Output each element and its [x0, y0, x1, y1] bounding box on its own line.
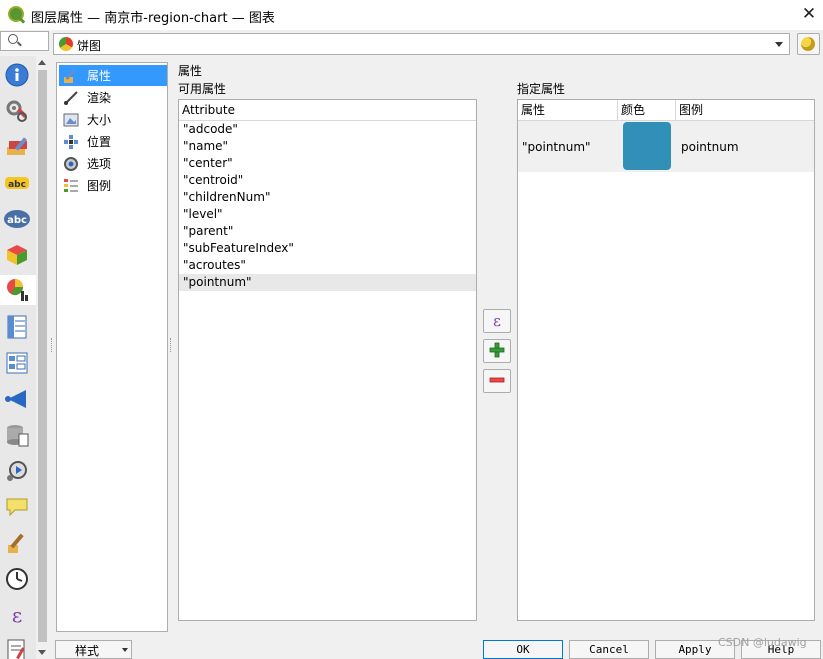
category-label: 属性: [87, 69, 112, 83]
style-menu-label: 样式: [75, 644, 100, 658]
splitter-handle[interactable]: [170, 338, 172, 352]
qgis-logo-icon: [8, 6, 24, 22]
attribute-item[interactable]: "adcode": [179, 121, 476, 138]
window-title: 图层属性 — 南京市-region-chart — 图表: [31, 11, 275, 26]
chevron-down-icon[interactable]: [775, 42, 783, 47]
fields-icon[interactable]: [3, 312, 31, 342]
diagrams-icon[interactable]: [0, 275, 36, 305]
search-icon: [8, 34, 18, 44]
rendering-icon[interactable]: [3, 528, 31, 558]
minus-icon: [489, 372, 505, 391]
rendering-brush-icon: [63, 90, 79, 106]
style-manager-icon: [801, 37, 815, 51]
scroll-thumb[interactable]: [38, 70, 47, 642]
variables-icon[interactable]: ε: [3, 600, 31, 630]
diagram-options-list: 属性 渲染 大小 位置 选项 图例: [56, 62, 168, 632]
svg-text:abc: abc: [7, 215, 27, 226]
properties-section-toolbar: abc abc ε: [0, 56, 36, 659]
row-attribute[interactable]: "pointnum": [522, 140, 591, 154]
source-icon[interactable]: [3, 96, 31, 126]
category-item-options[interactable]: 选项: [59, 153, 167, 174]
column-header-color[interactable]: 颜色: [618, 100, 676, 121]
attribute-item[interactable]: "acroutes": [179, 257, 476, 274]
diagram-type-value: 饼图: [77, 39, 102, 53]
remove-attribute-button[interactable]: [483, 369, 511, 393]
legend-icon: [63, 178, 79, 194]
attribute-item[interactable]: "centroid": [179, 172, 476, 189]
chevron-down-icon: [122, 648, 128, 652]
auxiliary-storage-icon[interactable]: [3, 420, 31, 450]
attributes-brush-icon: [63, 68, 79, 84]
attribute-item[interactable]: "pointnum": [179, 274, 476, 291]
3d-view-icon[interactable]: [3, 240, 31, 270]
assigned-attributes-table[interactable]: [517, 99, 815, 621]
category-item-rendering[interactable]: 渲染: [59, 87, 167, 108]
display-icon[interactable]: [3, 492, 31, 522]
category-item-legend[interactable]: 图例: [59, 175, 167, 196]
expression-button[interactable]: ε: [483, 309, 511, 333]
metadata-icon[interactable]: [3, 634, 31, 659]
size-icon: [63, 112, 79, 128]
attribute-item[interactable]: "subFeatureIndex": [179, 240, 476, 257]
category-label: 选项: [87, 157, 112, 171]
splitter-handle[interactable]: [51, 338, 53, 352]
search-input[interactable]: [0, 31, 49, 51]
placement-icon: [63, 134, 79, 150]
joins-icon[interactable]: [3, 384, 31, 414]
category-item-attributes[interactable]: 属性: [59, 65, 167, 86]
temporal-icon[interactable]: [3, 564, 31, 594]
ok-button[interactable]: OK: [483, 640, 563, 659]
row-legend[interactable]: pointnum: [681, 140, 739, 154]
category-label: 图例: [87, 179, 112, 193]
section-title: 属性: [178, 64, 203, 78]
attribute-item[interactable]: "name": [179, 138, 476, 155]
scroll-down-icon[interactable]: [38, 650, 46, 655]
style-menu-button[interactable]: 样式: [55, 640, 132, 659]
category-item-size[interactable]: 大小: [59, 109, 167, 130]
add-attribute-button[interactable]: [483, 339, 511, 363]
column-header-attribute[interactable]: 属性: [518, 100, 618, 121]
diagram-type-select[interactable]: [53, 33, 790, 55]
info-icon[interactable]: [3, 60, 31, 90]
category-label: 渲染: [87, 91, 112, 105]
category-item-placement[interactable]: 位置: [59, 131, 167, 152]
symbology-icon[interactable]: [3, 132, 31, 162]
plus-icon: [489, 342, 505, 361]
assigned-attributes-label: 指定属性: [517, 82, 566, 96]
attributes-form-icon[interactable]: [3, 348, 31, 378]
column-header-legend[interactable]: 图例: [676, 100, 814, 121]
attribute-item[interactable]: "parent": [179, 223, 476, 240]
attribute-column-header[interactable]: Attribute: [179, 100, 476, 121]
attribute-item[interactable]: "center": [179, 155, 476, 172]
color-swatch[interactable]: [623, 122, 671, 170]
abc-labels-icon[interactable]: abc: [3, 204, 31, 234]
category-label: 位置: [87, 135, 112, 149]
scroll-up-icon[interactable]: [38, 60, 46, 65]
watermark: CSDN @ludawig: [718, 636, 807, 649]
pie-chart-icon: [59, 37, 73, 51]
svg-text:abc: abc: [8, 180, 26, 190]
attribute-item[interactable]: "level": [179, 206, 476, 223]
svg-text:ε: ε: [12, 603, 22, 627]
actions-icon[interactable]: [3, 456, 31, 486]
cancel-button[interactable]: Cancel: [569, 640, 649, 659]
category-label: 大小: [87, 113, 112, 127]
options-gear-icon: [63, 156, 79, 172]
labels-icon[interactable]: abc: [3, 168, 31, 198]
close-icon[interactable]: ✕: [800, 4, 818, 24]
expression-icon: ε: [493, 312, 501, 330]
available-attributes-label: 可用属性: [178, 82, 227, 96]
attribute-item[interactable]: "childrenNum": [179, 189, 476, 206]
